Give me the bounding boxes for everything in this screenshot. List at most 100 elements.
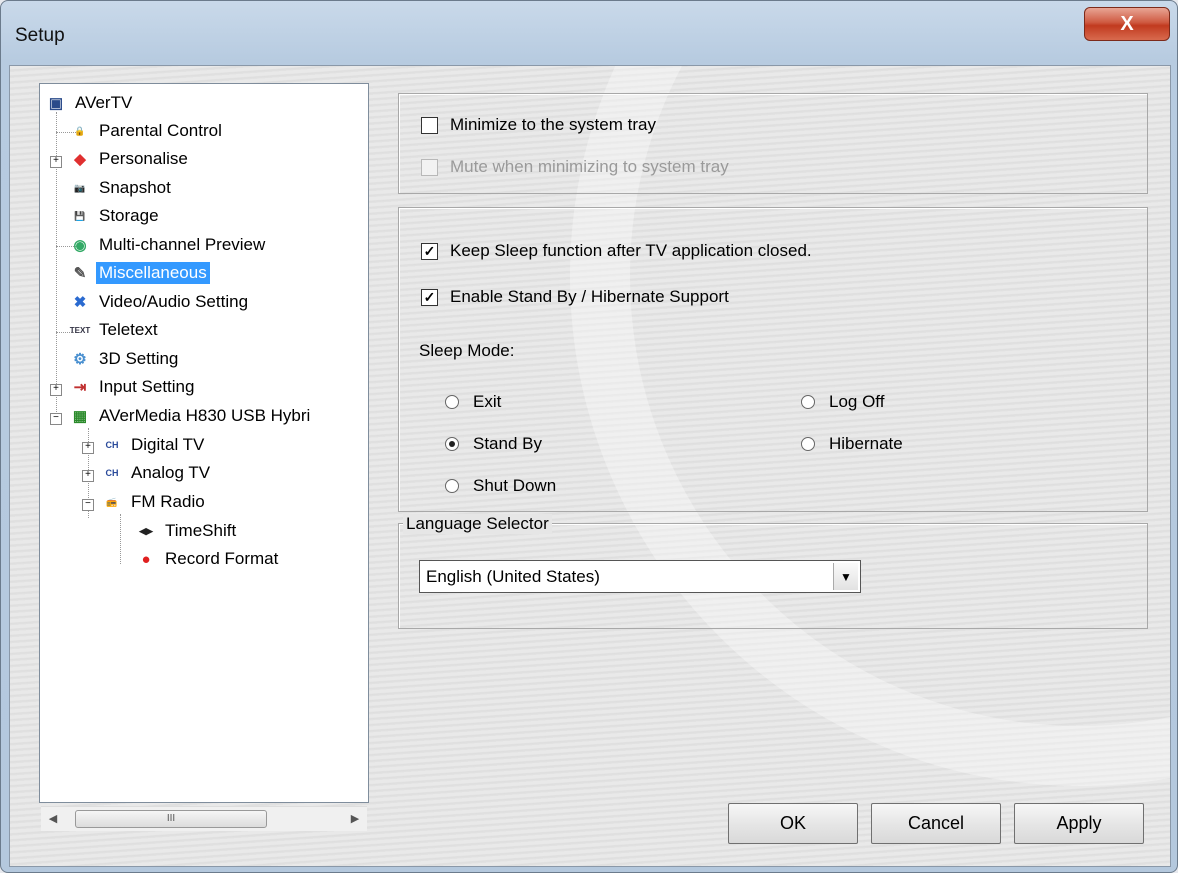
sleep-mode-shutdown-label: Shut Down (473, 476, 557, 495)
tree-item-label: Miscellaneous (96, 262, 210, 284)
sleep-mode-standby-label: Stand By (473, 434, 542, 453)
tree-item-label: Record Format (165, 549, 279, 568)
record-icon: ● (141, 550, 151, 568)
sleep-mode-hibernate-radio[interactable]: Hibernate (801, 434, 903, 454)
tree-item-input-setting[interactable]: ⇥ Input Setting (70, 374, 197, 400)
expand-toggle-personalise[interactable]: + (50, 156, 62, 168)
radio-dot[interactable] (801, 437, 815, 451)
sleep-mode-exit-radio[interactable]: Exit (445, 392, 501, 412)
tree-item-label: Input Setting (99, 377, 195, 396)
tree-item-personalise[interactable]: ◆ Personalise (70, 146, 191, 172)
tree-item-snapshot[interactable]: 📷 Snapshot (70, 175, 174, 201)
mute-when-minimizing-label: Mute when minimizing to system tray (450, 157, 729, 176)
language-dropdown[interactable]: English (United States) ▼ (419, 560, 861, 593)
tree-item-label: Storage (99, 206, 159, 225)
gear-icon: ⚙ (73, 351, 87, 368)
tree-item-label: Teletext (99, 320, 158, 339)
tree-item-avermedia-h830-usb-hybri[interactable]: ▦ AVerMedia H830 USB Hybri (70, 403, 313, 429)
expand-toggle-digital-tv[interactable]: + (82, 442, 94, 454)
tools-icon: ✖ (73, 294, 87, 311)
checkbox-box[interactable]: ✓ (421, 242, 438, 260)
sleep-mode-exit-label: Exit (473, 392, 502, 411)
tree-horizontal-scrollbar[interactable]: ◀ III ▶ (41, 806, 367, 831)
sleep-mode-shutdown-radio[interactable]: Shut Down (445, 476, 556, 496)
analog-tv-icon: CH (105, 468, 119, 478)
tree-item-label: Parental Control (99, 121, 222, 140)
enable-standby-label: Enable Stand By / Hibernate Support (450, 287, 729, 306)
setup-window: Setup X + + − + + − ▣ AVerTV 🔒 Parental Con… (0, 0, 1178, 873)
enable-standby-checkbox[interactable]: ✓ Enable Stand By / Hibernate Support (421, 287, 729, 307)
text-icon: TEXT (69, 325, 91, 335)
checkbox-box[interactable]: ✓ (421, 288, 438, 306)
scroll-left-arrow[interactable]: ◀ (45, 811, 61, 827)
tray-options-group (398, 93, 1148, 194)
radio-dot[interactable] (445, 479, 459, 493)
tree-item-storage[interactable]: 💾 Storage (70, 203, 162, 229)
window-title: Setup (15, 25, 65, 46)
expand-toggle-analog-tv[interactable]: + (82, 470, 94, 482)
radio-dot[interactable] (445, 437, 459, 451)
tree-item-label: Digital TV (131, 435, 205, 454)
scroll-thumb[interactable]: III (75, 810, 267, 828)
collapse-toggle-avermedia[interactable]: − (50, 413, 62, 425)
camera-icon: 📷 (74, 182, 86, 193)
tree-item-3d-setting[interactable]: ⚙ 3D Setting (70, 346, 181, 372)
language-selector-legend: Language Selector (403, 514, 552, 534)
sleep-mode-hibernate-label: Hibernate (829, 434, 903, 453)
tree-item-timeshift[interactable]: ◀▶ TimeShift (136, 518, 239, 544)
radio-icon: 📻 (106, 496, 118, 507)
tree-item-label: Video/Audio Setting (99, 292, 249, 311)
tree-item-teletext[interactable]: TEXT Teletext (70, 317, 161, 343)
tree-item-digital-tv[interactable]: CH Digital TV (102, 432, 207, 458)
tree-item-record-format[interactable]: ● Record Format (136, 546, 281, 572)
tree-item-multi-channel-preview[interactable]: ◉ Multi-channel Preview (70, 232, 268, 258)
radio-dot[interactable] (445, 395, 459, 409)
digital-tv-icon: CH (105, 440, 119, 450)
close-button[interactable]: X (1084, 7, 1170, 41)
sleep-mode-standby-radio[interactable]: Stand By (445, 434, 542, 454)
tree-item-parental-control[interactable]: 🔒 Parental Control (70, 118, 225, 144)
personalise-icon: ◆ (74, 151, 86, 168)
tree-item-label: FM Radio (131, 492, 205, 511)
tree-item-label: Analog TV (131, 463, 211, 482)
keep-sleep-label: Keep Sleep function after TV application… (450, 241, 812, 260)
checkbox-box (421, 158, 438, 176)
chip-icon: ▦ (72, 408, 88, 425)
title-bar[interactable]: Setup X (1, 1, 1178, 61)
floppy-disk-icon: 💾 (74, 210, 86, 221)
tree-item-video-audio-setting[interactable]: ✖ Video/Audio Setting (70, 289, 251, 315)
minimize-to-tray-label: Minimize to the system tray (450, 115, 656, 134)
apply-button[interactable]: Apply (1014, 803, 1144, 844)
collapse-toggle-fm-radio[interactable]: − (82, 499, 94, 511)
tree-item-analog-tv[interactable]: CH Analog TV (102, 460, 213, 486)
lock-icon: 🔒 (74, 125, 86, 136)
scroll-right-arrow[interactable]: ▶ (347, 811, 363, 827)
language-selected-value: English (United States) (426, 566, 600, 586)
wrench-pencil-icon: ✎ (73, 265, 87, 282)
tree-item-label: 3D Setting (99, 349, 179, 368)
tree-item-fm-radio[interactable]: 📻 FM Radio (102, 489, 208, 515)
sleep-mode-logoff-radio[interactable]: Log Off (801, 392, 884, 412)
keep-sleep-checkbox[interactable]: ✓ Keep Sleep function after TV applicati… (421, 241, 812, 261)
chevron-down-icon[interactable]: ▼ (833, 563, 858, 590)
sleep-mode-logoff-label: Log Off (829, 392, 885, 411)
tree-item-label: TimeShift (165, 521, 237, 540)
timeshift-icon: ◀▶ (139, 525, 153, 536)
checkbox-box[interactable] (421, 116, 438, 134)
sleep-mode-label: Sleep Mode: (419, 341, 515, 360)
cancel-button[interactable]: Cancel (871, 803, 1001, 844)
tree-item-label: Snapshot (99, 178, 171, 197)
tree-item-avertv[interactable]: ▣ AVerTV (46, 90, 135, 116)
tree-item-label: AVerTV (75, 93, 133, 112)
radio-dot[interactable] (801, 395, 815, 409)
tree-connector (120, 514, 121, 564)
settings-tree[interactable]: + + − + + − ▣ AVerTV 🔒 Parental Control ◆ Per… (39, 83, 369, 803)
minimize-to-tray-checkbox[interactable]: Minimize to the system tray (421, 115, 656, 135)
tree-item-label: Personalise (99, 149, 188, 168)
tree-item-miscellaneous[interactable]: ✎ Miscellaneous (70, 260, 210, 286)
expand-toggle-input-setting[interactable]: + (50, 384, 62, 396)
tree-item-label: AVerMedia H830 USB Hybri (99, 406, 311, 425)
input-icon: ⇥ (73, 379, 87, 396)
mute-when-minimizing-checkbox: Mute when minimizing to system tray (421, 157, 729, 177)
ok-button[interactable]: OK (728, 803, 858, 844)
